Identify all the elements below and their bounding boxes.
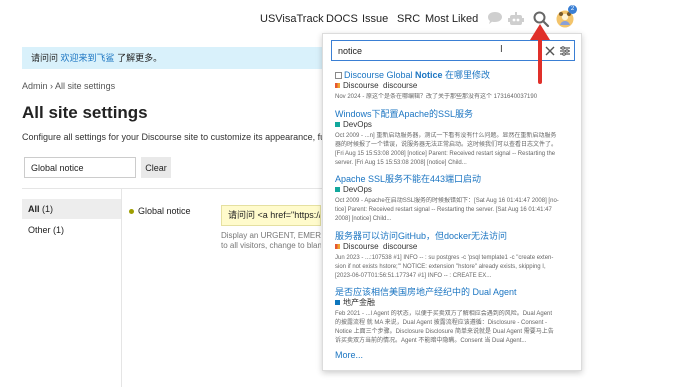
result-title-text: 在哪里修改 <box>442 70 491 80</box>
category-count: (1) <box>42 204 54 214</box>
result-excerpt: Feb 2021 - ...l Agent 的状态，以便于买卖双方了解相应会遇到… <box>335 310 573 346</box>
setting-value-field[interactable]: 请问问 <a href="https://ww <box>221 205 321 226</box>
chat-icon[interactable] <box>486 10 504 28</box>
notification-badge: 2 <box>568 5 577 14</box>
search-result[interactable]: 是否应该相信美国房地产经纪中的 Dual Agent 地产金融 Feb 2021… <box>335 286 573 346</box>
category-name: 地产金融 <box>343 298 375 307</box>
help-line: to all visitors, change to blank to <box>221 241 321 250</box>
divider <box>22 188 322 189</box>
category-all[interactable]: All (1) <box>22 199 121 219</box>
result-tag[interactable]: discourse <box>383 81 417 90</box>
result-title-text: Discourse Global <box>344 70 416 80</box>
nav-link-docs[interactable]: DOCS <box>326 13 358 25</box>
category-color-icon <box>335 244 340 250</box>
search-input[interactable] <box>338 44 468 58</box>
result-title[interactable]: Windows下配置Apache的SSL服务 <box>335 108 573 120</box>
result-category[interactable]: DevOps <box>335 120 573 130</box>
excerpt-line: 的披露流程 就 MA 来说，Dual Agent 披露流程应该遵循：Disclo… <box>335 320 548 326</box>
category-other[interactable]: Other (1) <box>22 220 121 240</box>
breadcrumb-admin[interactable]: Admin <box>22 81 48 91</box>
result-title[interactable]: 服务器可以访问GitHub，但docker无法访问 <box>335 230 573 242</box>
category-count: (1) <box>53 225 65 235</box>
category-label: All <box>28 204 40 214</box>
result-excerpt: Nov 2024 - 原这个是条在哪编辑？改了关于那些那没有这个 1731640… <box>335 93 573 102</box>
clear-button[interactable]: Clear <box>141 157 171 178</box>
excerpt-line: sion if not exists hstore;"' NOTICE: ext… <box>335 264 546 270</box>
breadcrumb-current: All site settings <box>55 81 116 91</box>
search-options-icon[interactable] <box>559 45 571 57</box>
robot-icon[interactable] <box>507 10 525 28</box>
breadcrumb: Admin › All site settings <box>22 81 115 91</box>
text-cursor-icon: I <box>500 44 503 55</box>
excerpt-line: Jun 2023 - ...:107538 #1] INFO -- : su p… <box>335 255 554 261</box>
result-title-highlight: Notice <box>415 70 443 80</box>
excerpt-line: [Fri Aug 15 15:53:08 2008] [notice] Pare… <box>335 151 556 157</box>
category-color-icon <box>335 83 340 89</box>
category-color-icon <box>335 187 340 193</box>
banner-suffix: 了解更多。 <box>117 53 163 63</box>
excerpt-line: Feb 2021 - ...l Agent 的状态，以便于买卖双方了解相应会遇到… <box>335 311 553 317</box>
overridden-indicator <box>129 209 134 214</box>
result-category[interactable]: Discourse discourse <box>335 242 573 252</box>
excerpt-line: Oct 2009 - Apache在启动SSL服务的时候报错如下：[Sat Au… <box>335 198 559 204</box>
topic-icon <box>335 72 342 80</box>
help-line: Display an URGENT, EMERGENC <box>221 231 321 240</box>
category-name: Discourse <box>343 242 379 251</box>
excerpt-line: 诉买卖双方当前的情况。Agent 不能暗中隐瞒。Consent 当 Dual A… <box>335 338 527 344</box>
excerpt-line: Oct 2009 - ...n] 重新启动服务器，测试一下看有没有什么问题。显然… <box>335 133 557 139</box>
red-arrow-annotation <box>530 24 550 84</box>
result-excerpt: Oct 2009 - ...n] 重新启动服务器，测试一下看有没有什么问题。显然… <box>335 132 573 168</box>
excerpt-line: tice] Parent: Received restart signal --… <box>335 207 552 213</box>
excerpt-line: Nov 2024 - 原这个是条在哪编辑？改了关于那些那没有这个 1731640… <box>335 94 538 100</box>
result-tag[interactable]: discourse <box>383 242 417 251</box>
page-description: Configure all settings for your Discours… <box>22 132 322 142</box>
search-result[interactable]: Windows下配置Apache的SSL服务 DevOps Oct 2009 -… <box>335 108 573 168</box>
excerpt-line: 器的时候报了一个错误，说服务器无法正常启动。这时候我们可以查看日志文件了。 <box>335 142 558 148</box>
result-excerpt: Jun 2023 - ...:107538 #1] INFO -- : su p… <box>335 254 573 281</box>
excerpt-line: Notice 上面三个步骤。Disclosure Disclosure 简单来说… <box>335 329 554 335</box>
setting-help-text: Display an URGENT, EMERGENC to all visit… <box>221 231 321 251</box>
excerpt-line: server. [Fri Aug 15 15:53:08 2008] [noti… <box>335 160 467 166</box>
result-title[interactable]: Apache SSL服务不能在443端口启动 <box>335 173 573 185</box>
search-result[interactable]: Apache SSL服务不能在443端口启动 DevOps Oct 2009 -… <box>335 173 573 224</box>
result-excerpt: Oct 2009 - Apache在启动SSL服务的时候报错如下：[Sat Au… <box>335 197 573 224</box>
nav-link-most-liked[interactable]: Most Liked <box>425 13 478 25</box>
nav-link-usvisatrack[interactable]: USVisaTrack <box>260 13 324 25</box>
nav-link-issue[interactable]: Issue <box>362 13 388 25</box>
page-title: All site settings <box>22 103 148 122</box>
search-result[interactable]: 服务器可以访问GitHub，但docker无法访问 Discourse disc… <box>335 230 573 281</box>
category-name: DevOps <box>343 185 372 194</box>
result-title[interactable]: 是否应该相信美国房地产经纪中的 Dual Agent <box>335 286 573 298</box>
category-color-icon <box>335 122 340 128</box>
result-category[interactable]: DevOps <box>335 185 573 195</box>
excerpt-line: [2023-06-07T01:56:51.177347 #1] INFO -- … <box>335 273 492 279</box>
settings-filter-input[interactable] <box>24 157 136 178</box>
more-results-link[interactable]: More... <box>335 350 363 360</box>
banner-prefix: 请问问 <box>31 53 59 63</box>
welcome-banner: 请问问 欢迎来到飞鲨 了解更多。 <box>22 47 322 69</box>
breadcrumb-separator: › <box>50 81 54 91</box>
nav-link-src[interactable]: SRC <box>397 13 420 25</box>
banner-link[interactable]: 欢迎来到飞鲨 <box>61 53 115 63</box>
excerpt-line: 2008] [notice] Child... <box>335 216 392 222</box>
divider <box>121 188 122 387</box>
setting-name: Global notice <box>138 206 191 216</box>
category-label: Other <box>28 225 51 235</box>
category-color-icon <box>335 300 340 306</box>
category-name: DevOps <box>343 120 372 129</box>
result-category[interactable]: 地产金融 <box>335 298 573 308</box>
category-name: Discourse <box>343 81 379 90</box>
